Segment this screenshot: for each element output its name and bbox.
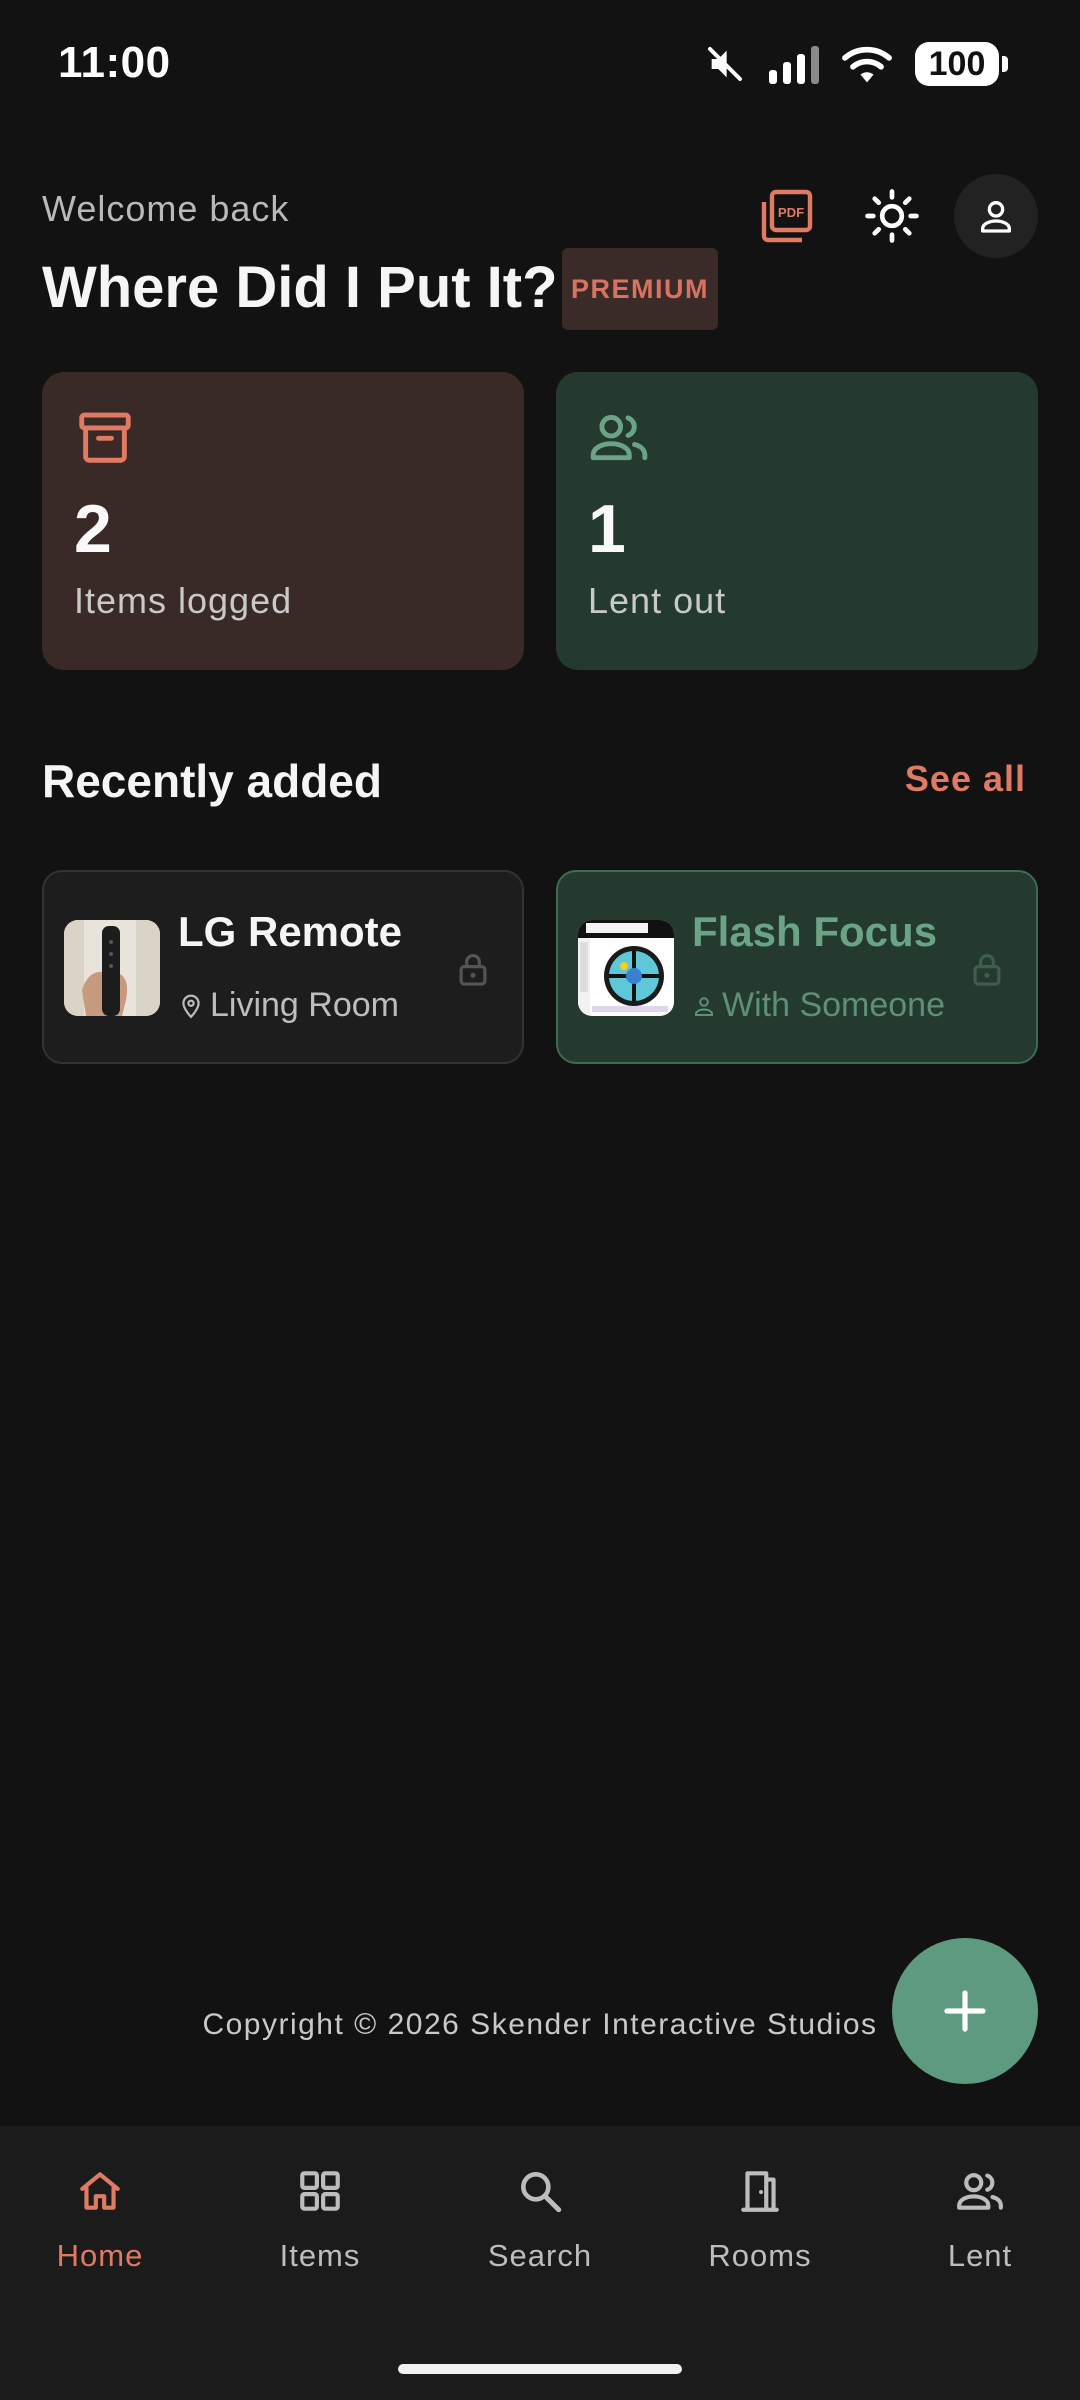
item-name: Flash Focus xyxy=(692,908,938,955)
lock-icon[interactable] xyxy=(454,950,492,988)
app-title: Where Did I Put It? xyxy=(42,255,558,320)
items-logged-label: Items logged xyxy=(74,580,293,621)
nav-search-label: Search xyxy=(487,2238,593,2273)
battery-level: 100 xyxy=(915,42,999,86)
mute-icon xyxy=(708,47,742,81)
item-location-text: Living Room xyxy=(210,986,399,1024)
bottom-navigation: Home Items Search Rooms Lent xyxy=(0,2126,1080,2400)
item-location-text: With Someone xyxy=(722,986,945,1024)
battery-indicator: 100 xyxy=(915,42,1008,86)
status-time: 11:00 xyxy=(58,38,171,87)
see-all-link[interactable]: See all xyxy=(905,758,1026,800)
door-icon xyxy=(741,2171,779,2212)
lent-out-card[interactable]: 1 Lent out xyxy=(556,372,1038,670)
pdf-export-button[interactable]: PDF xyxy=(744,174,828,258)
items-logged-count: 2 xyxy=(74,491,112,567)
home-icon xyxy=(80,2172,120,2210)
nav-lent[interactable]: Lent xyxy=(890,2166,1070,2274)
lent-out-count: 1 xyxy=(588,491,626,567)
theme-toggle-button[interactable] xyxy=(850,174,934,258)
status-icons: 100 xyxy=(705,42,1008,86)
recent-item-card[interactable]: LG Remote Living Room xyxy=(42,870,524,1064)
pdf-icon: PDF xyxy=(761,189,813,243)
nav-items-label: Items xyxy=(279,2238,361,2273)
sun-icon xyxy=(865,189,919,243)
item-location: With Someone xyxy=(692,986,962,1025)
welcome-text: Welcome back xyxy=(42,188,290,229)
grid-icon xyxy=(300,2171,340,2211)
people-icon xyxy=(957,2173,1003,2210)
nav-rooms[interactable]: Rooms xyxy=(670,2166,850,2274)
premium-badge: PREMIUM xyxy=(562,248,718,330)
item-name: LG Remote xyxy=(178,908,403,955)
add-item-button[interactable] xyxy=(892,1938,1038,2084)
lock-icon[interactable] xyxy=(968,950,1006,988)
wifi-icon xyxy=(842,46,892,83)
search-icon xyxy=(521,2172,562,2213)
person-icon xyxy=(695,996,713,1016)
items-logged-card[interactable]: 2 Items logged xyxy=(42,372,524,670)
home-indicator[interactable] xyxy=(398,2364,682,2374)
people-icon xyxy=(590,414,648,461)
nav-search[interactable]: Search xyxy=(450,2166,630,2274)
nav-items[interactable]: Items xyxy=(230,2166,410,2274)
item-thumbnail xyxy=(578,920,674,1016)
nav-rooms-label: Rooms xyxy=(708,2238,812,2273)
pdf-icon-text: PDF xyxy=(778,205,804,220)
profile-button[interactable] xyxy=(954,174,1038,258)
nav-home[interactable]: Home xyxy=(10,2166,190,2274)
location-pin-icon xyxy=(182,994,200,1018)
item-location: Living Room xyxy=(178,986,448,1025)
person-icon xyxy=(981,201,1011,233)
item-thumbnail xyxy=(64,920,160,1016)
signal-icon xyxy=(769,46,819,84)
archive-icon xyxy=(79,412,131,463)
recently-added-title: Recently added xyxy=(42,755,382,807)
recent-item-card[interactable]: Flash Focus With Someone xyxy=(556,870,1038,1064)
lent-out-label: Lent out xyxy=(588,580,727,621)
plus-icon xyxy=(944,1990,986,2032)
nav-lent-label: Lent xyxy=(947,2238,1013,2273)
nav-home-label: Home xyxy=(56,2238,144,2273)
